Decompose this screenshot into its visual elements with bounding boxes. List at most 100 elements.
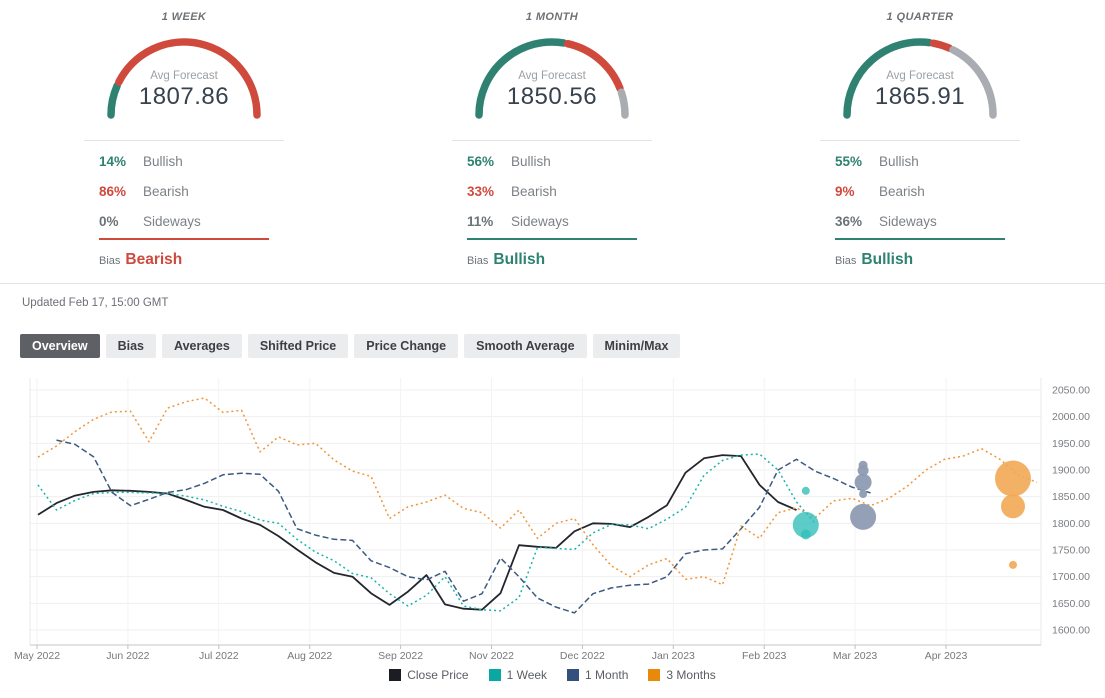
legend-label: Close Price: [407, 668, 469, 682]
bearish-label: Bearish: [511, 183, 557, 199]
bias-value: Bullish: [493, 251, 546, 268]
tab-shifted-price[interactable]: Shifted Price: [247, 334, 349, 358]
gauge-1-quarter: Avg Forecast 1865.91: [820, 33, 1020, 119]
forecast-card-1-quarter: 1 QUARTER Avg Forecast 1865.91 55% Bulli…: [736, 8, 1104, 269]
stat-row-bearish: 86% Bearish: [84, 176, 284, 206]
gauge-1-month: Avg Forecast 1850.56: [452, 33, 652, 119]
bias-row: Bias Bullish: [452, 251, 667, 269]
avg-forecast-label: Avg Forecast: [150, 70, 218, 82]
series-1-week: [37, 453, 816, 612]
gauge-1-week: Avg Forecast 1807.86: [84, 33, 284, 119]
bubble-3-months-forecasts: [1001, 494, 1025, 519]
stat-row-sideways: 36% Sideways: [820, 206, 1020, 236]
forecast-line-chart[interactable]: 2050.00 2000.00 1950.00 1900.00 1850.00 1800.…: [0, 368, 1105, 664]
bias-underline: [99, 238, 269, 240]
tab-minim-max[interactable]: Minim/Max: [592, 334, 681, 358]
bullish-percent: 14%: [99, 153, 127, 169]
chart-tabs: Overview Bias Averages Shifted Price Pri…: [20, 334, 681, 358]
bias-underline: [467, 238, 637, 240]
sideways-percent: 0%: [99, 213, 119, 229]
bubble-3-months-forecasts: [1009, 560, 1017, 569]
tab-smooth-average[interactable]: Smooth Average: [464, 334, 587, 358]
y-axis-tick-label: 2050.00: [1052, 385, 1090, 397]
stat-row-sideways: 11% Sideways: [452, 206, 652, 236]
legend-label: 1 Month: [585, 668, 629, 682]
legend-label: 3 Months: [666, 668, 716, 682]
avg-forecast-value: 1850.56: [506, 83, 598, 110]
stat-row-bearish: 33% Bearish: [452, 176, 652, 206]
legend-item-1-week[interactable]: 1 Week: [488, 668, 548, 682]
tab-averages[interactable]: Averages: [162, 334, 242, 358]
forecast-cards: 1 WEEK Avg Forecast 1807.86 14% Bullish …: [0, 8, 1105, 269]
y-axis-tick-label: 1700.00: [1052, 571, 1090, 583]
bubble-1-month-forecasts: [850, 503, 877, 530]
legend-label: 1 Week: [506, 668, 548, 682]
sentiment-stats: 56% Bullish 33% Bearish 11% Sideways Bia…: [452, 140, 652, 269]
x-axis-tick-label: Jul 2022: [199, 650, 239, 662]
sideways-label: Sideways: [143, 213, 201, 229]
avg-forecast-value: 1865.91: [874, 83, 966, 110]
card-period-title: 1 MONTH: [525, 11, 579, 23]
bias-row: Bias Bullish: [820, 251, 1035, 269]
x-axis-tick-label: Aug 2022: [287, 650, 332, 662]
bearish-percent: 9%: [835, 183, 855, 199]
y-axis-tick-label: 1950.00: [1052, 438, 1090, 450]
legend-item-close-price[interactable]: Close Price: [389, 668, 469, 682]
bias-label: Bias: [467, 255, 489, 267]
x-axis-tick-label: Sep 2022: [378, 650, 423, 662]
bearish-label: Bearish: [143, 183, 189, 199]
bubble-1-week-forecasts: [801, 486, 810, 495]
y-axis-tick-label: 1650.00: [1052, 598, 1090, 610]
bearish-percent: 33%: [467, 183, 495, 199]
stat-row-bullish: 14% Bullish: [84, 146, 284, 176]
legend-item-1-month[interactable]: 1 Month: [567, 668, 628, 682]
legend-item-3-months[interactable]: 3 Months: [648, 668, 716, 682]
stat-row-bullish: 56% Bullish: [452, 146, 652, 176]
x-axis-tick-label: May 2022: [14, 650, 60, 662]
forecast-card-1-month: 1 MONTH Avg Forecast 1850.56 56% Bullish…: [368, 8, 736, 269]
y-axis-tick-label: 1850.00: [1052, 491, 1090, 503]
stat-row-bullish: 55% Bullish: [820, 146, 1020, 176]
y-axis-tick-label: 2000.00: [1052, 411, 1090, 423]
updated-timestamp: Updated Feb 17, 15:00 GMT: [22, 297, 169, 309]
tab-overview[interactable]: Overview: [20, 334, 100, 358]
sideways-label: Sideways: [879, 213, 937, 229]
x-axis-tick-label: Nov 2022: [469, 650, 514, 662]
x-axis-tick-label: Mar 2023: [833, 650, 878, 662]
bias-label: Bias: [835, 255, 857, 267]
bias-value: Bullish: [861, 251, 914, 268]
chart-legend: Close Price 1 Week 1 Month 3 Months: [0, 668, 1105, 682]
x-axis-tick-label: Feb 2023: [742, 650, 787, 662]
x-axis-tick-label: Apr 2023: [925, 650, 968, 662]
tab-bias[interactable]: Bias: [105, 334, 156, 358]
bubble-3-months-forecasts: [995, 460, 1031, 497]
stat-row-sideways: 0% Sideways: [84, 206, 284, 236]
sentiment-stats: 55% Bullish 9% Bearish 36% Sideways Bias…: [820, 140, 1020, 269]
legend-swatch-icon: [648, 669, 661, 681]
tab-price-change[interactable]: Price Change: [354, 334, 459, 358]
bearish-percent: 86%: [99, 183, 127, 199]
sideways-percent: 36%: [835, 213, 863, 229]
legend-swatch-icon: [567, 669, 580, 681]
bullish-label: Bullish: [143, 153, 183, 169]
y-axis-tick-label: 1750.00: [1052, 545, 1090, 557]
bias-label: Bias: [99, 255, 121, 267]
y-axis-tick-label: 1800.00: [1052, 518, 1090, 530]
bullish-percent: 56%: [467, 153, 495, 169]
bearish-label: Bearish: [879, 183, 925, 199]
bias-row: Bias Bearish: [84, 251, 299, 269]
legend-swatch-icon: [389, 669, 402, 681]
card-period-title: 1 WEEK: [161, 11, 207, 23]
bias-underline: [835, 238, 1005, 240]
avg-forecast-value: 1807.86: [138, 83, 230, 110]
series-close-price: [37, 454, 797, 611]
sentiment-stats: 14% Bullish 86% Bearish 0% Sideways Bias…: [84, 140, 284, 269]
forecast-poll-widget: 1 WEEK Avg Forecast 1807.86 14% Bullish …: [0, 0, 1105, 698]
sideways-percent: 11%: [467, 213, 494, 229]
card-period-title: 1 QUARTER: [886, 11, 954, 23]
bubble-1-week-forecasts: [800, 529, 811, 540]
x-axis-tick-label: Jan 2023: [652, 650, 695, 662]
bias-value: Bearish: [125, 251, 183, 268]
y-axis-tick-label: 1900.00: [1052, 465, 1090, 477]
avg-forecast-label: Avg Forecast: [886, 70, 954, 82]
